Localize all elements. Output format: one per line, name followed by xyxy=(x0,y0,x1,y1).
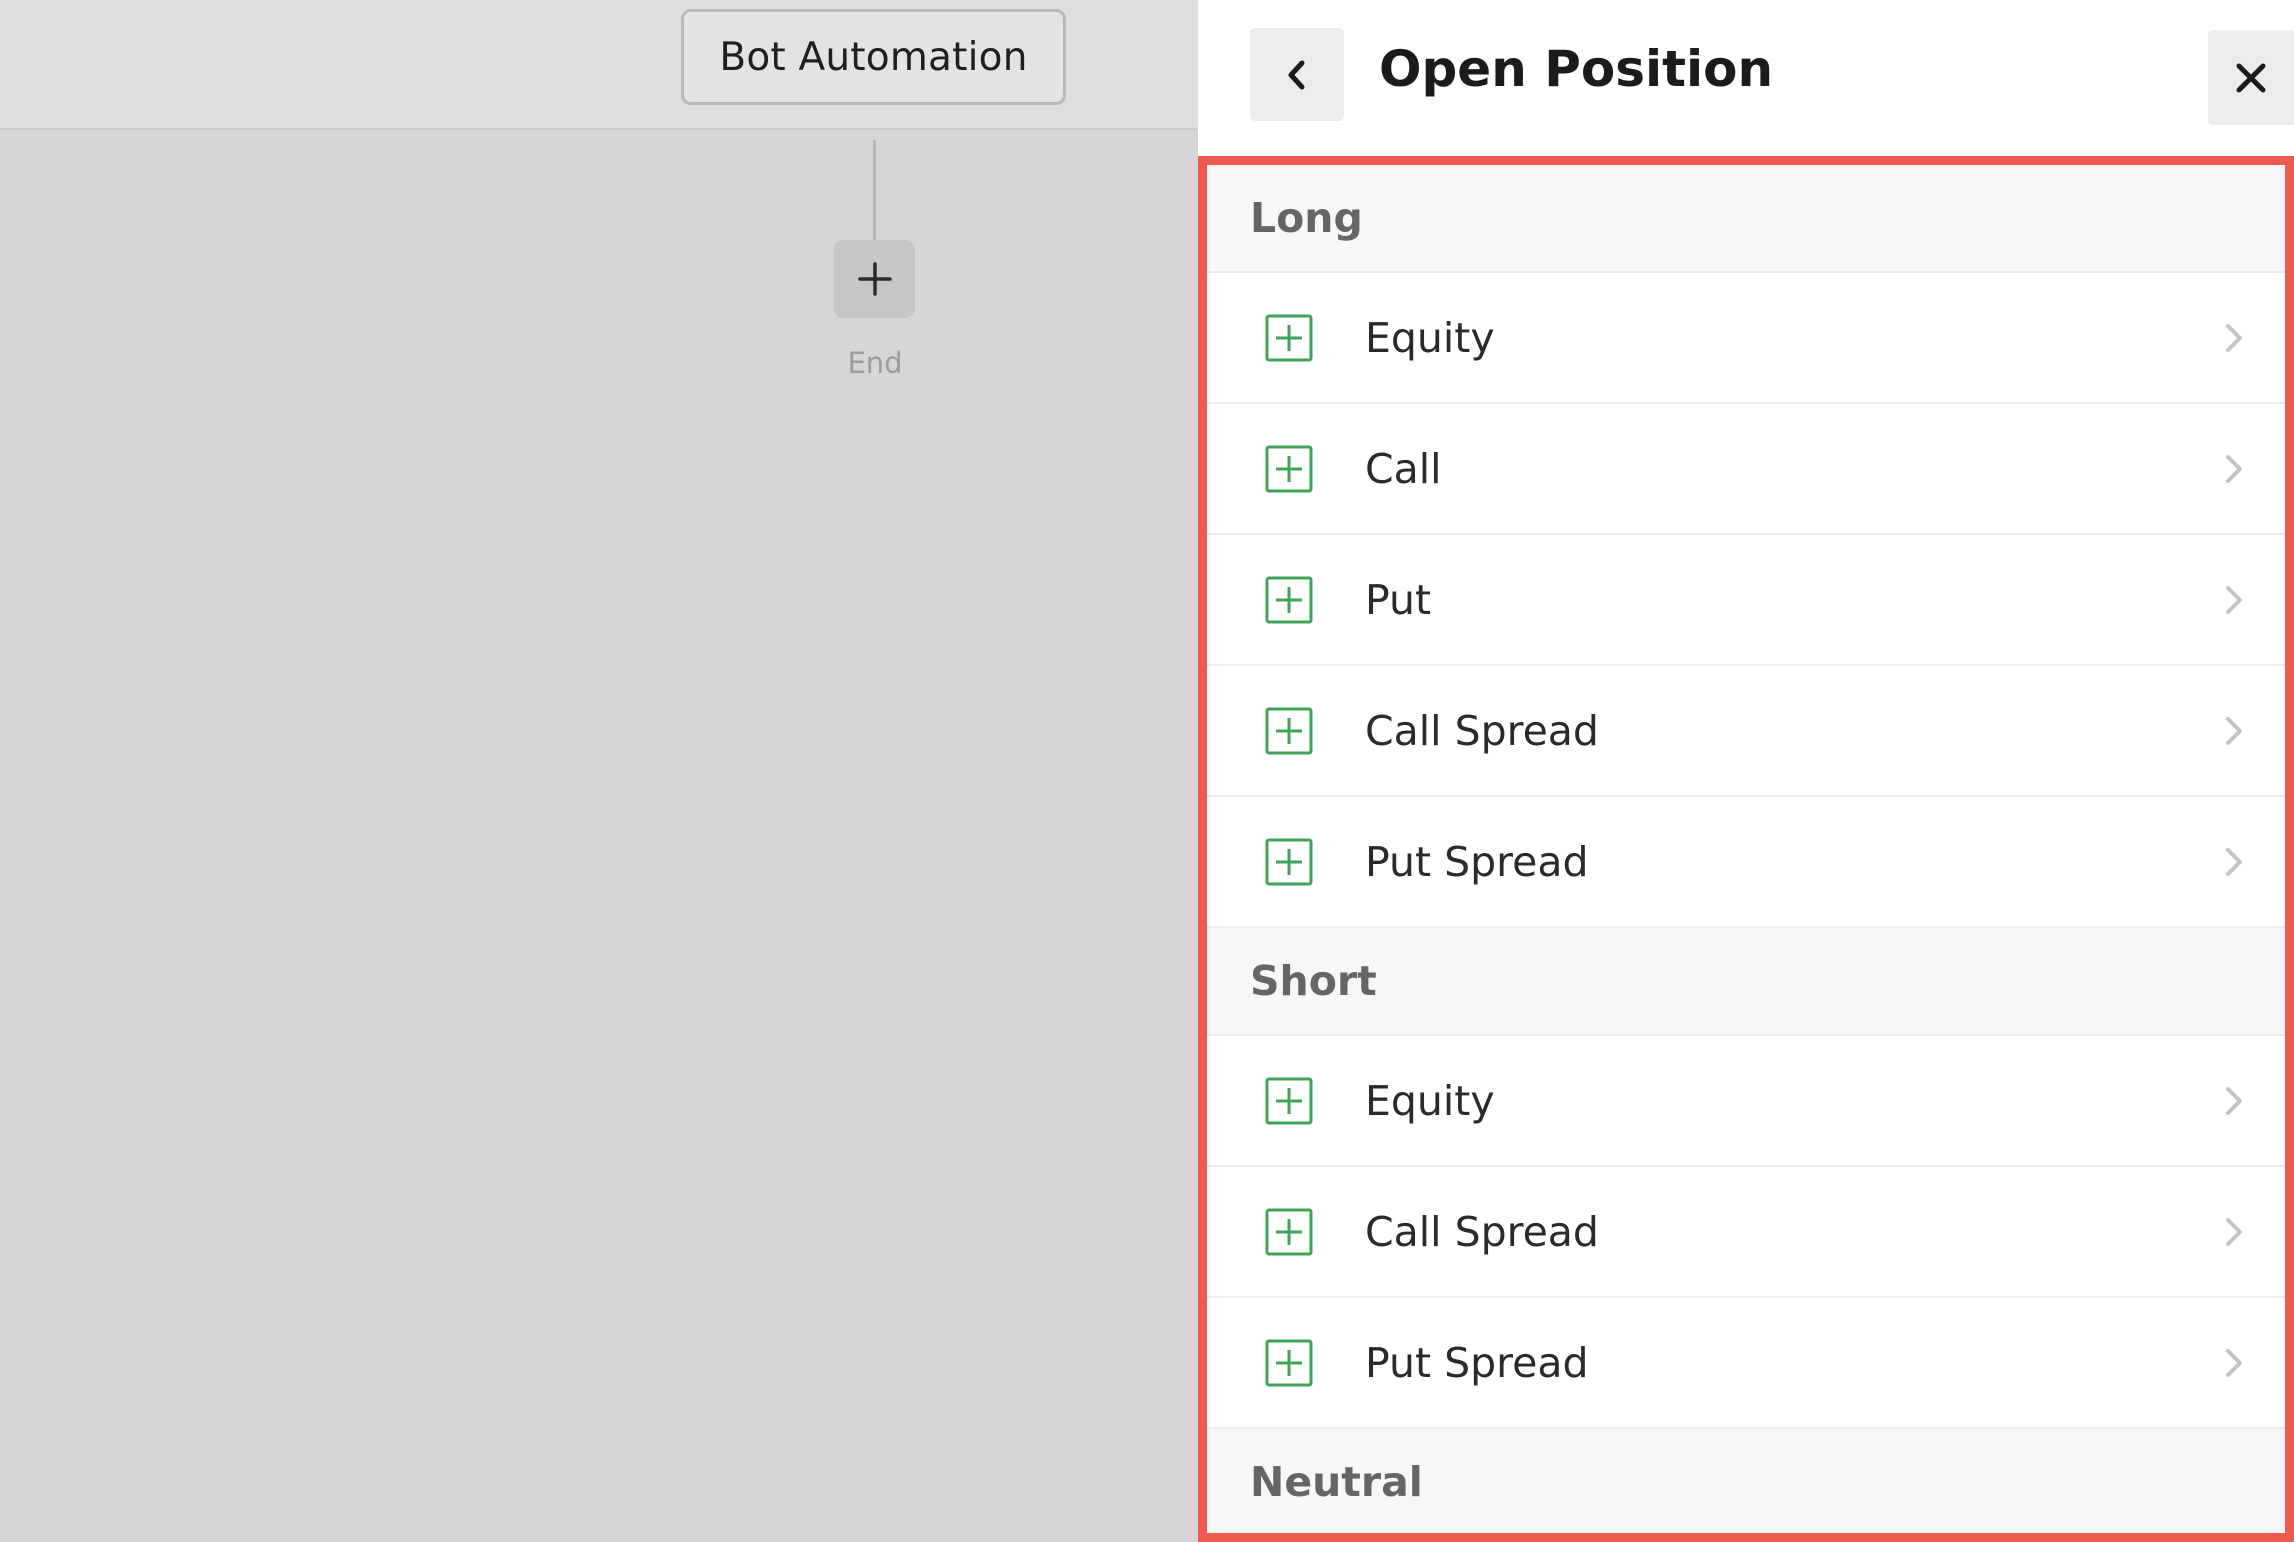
position-type-list: Long Equity Call Put Call Spread Put Spread Sh… xyxy=(1207,165,2285,1533)
list-item-label: Equity xyxy=(1365,313,1495,362)
plus-square-icon xyxy=(1265,838,1313,885)
chevron-right-icon xyxy=(2226,1217,2242,1246)
list-item[interactable]: Call xyxy=(1207,404,2285,535)
plus-square-icon xyxy=(1265,445,1313,492)
workflow-canvas: Bot Automation End xyxy=(0,0,1198,1542)
list-item-label: Call Spread xyxy=(1365,706,1599,755)
chevron-right-icon xyxy=(2226,1086,2242,1115)
bot-automation-node[interactable]: Bot Automation xyxy=(681,9,1066,105)
plus-square-icon xyxy=(1265,707,1313,754)
list-item-label: Equity xyxy=(1365,1076,1495,1125)
plus-square-icon xyxy=(1265,314,1313,361)
chevron-right-icon xyxy=(2226,1348,2242,1377)
chevron-right-icon xyxy=(2226,585,2242,614)
chevron-right-icon xyxy=(2226,323,2242,352)
section-header-long: Long xyxy=(1207,165,2285,273)
list-item-label: Put xyxy=(1365,575,1432,624)
list-item-label: Put Spread xyxy=(1365,1338,1589,1387)
end-label: End xyxy=(847,346,903,380)
add-step-button[interactable] xyxy=(834,240,915,318)
list-item[interactable]: Call Spread xyxy=(1207,666,2285,797)
plus-icon xyxy=(857,262,892,296)
panel-title: Open Position xyxy=(1379,40,1774,98)
close-button[interactable] xyxy=(2208,30,2294,125)
list-item[interactable]: Equity xyxy=(1207,1036,2285,1167)
section-header-neutral: Neutral xyxy=(1207,1429,2285,1533)
chevron-right-icon xyxy=(2226,716,2242,745)
position-type-list-frame: Long Equity Call Put Call Spread Put Spread Sh… xyxy=(1198,156,2294,1542)
list-item[interactable]: Put Spread xyxy=(1207,1298,2285,1429)
list-item[interactable]: Put Spread xyxy=(1207,797,2285,928)
open-position-panel: Open Position Long Equity Call Put Call Spre… xyxy=(1198,0,2294,1542)
plus-square-icon xyxy=(1265,576,1313,623)
list-item[interactable]: Equity xyxy=(1207,273,2285,404)
list-item-label: Call Spread xyxy=(1365,1207,1599,1256)
list-item[interactable]: Call Spread xyxy=(1207,1167,2285,1298)
plus-square-icon xyxy=(1265,1077,1313,1124)
panel-header: Open Position xyxy=(1198,0,2294,150)
chevron-left-icon xyxy=(1288,60,1305,89)
back-button[interactable] xyxy=(1250,28,1344,121)
list-item[interactable]: Put xyxy=(1207,535,2285,666)
list-item-label: Put Spread xyxy=(1365,837,1589,886)
chevron-right-icon xyxy=(2226,454,2242,483)
section-header-short: Short xyxy=(1207,928,2285,1036)
close-icon xyxy=(2236,63,2266,92)
node-connector-line xyxy=(873,140,876,240)
list-item-label: Call xyxy=(1365,444,1442,493)
plus-square-icon xyxy=(1265,1339,1313,1386)
plus-square-icon xyxy=(1265,1208,1313,1255)
chevron-right-icon xyxy=(2226,847,2242,876)
